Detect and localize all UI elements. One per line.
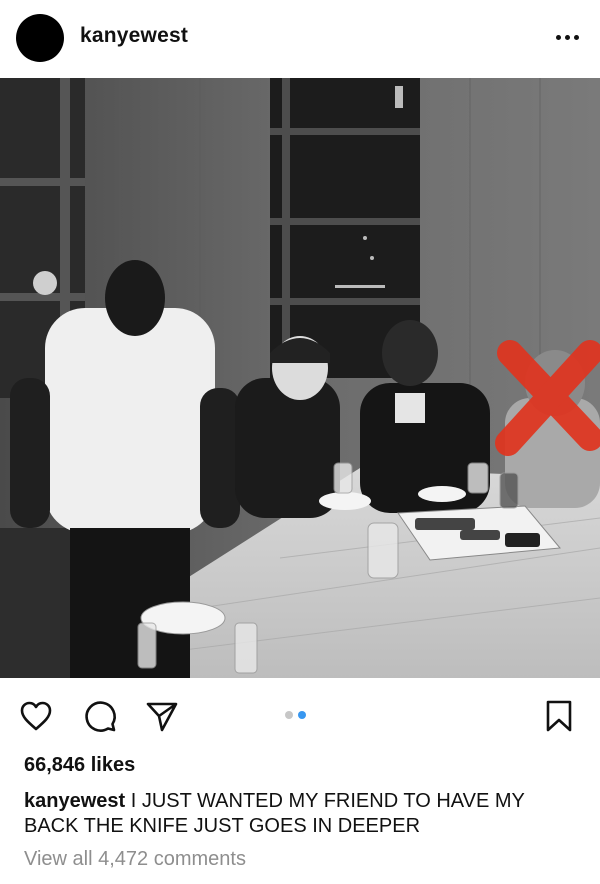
photo-illustration <box>0 78 600 678</box>
carousel-dot-1 <box>285 711 293 719</box>
comment-icon[interactable] <box>82 698 118 734</box>
post-caption: kanyewest I JUST WANTED MY FRIEND TO HAV… <box>24 789 580 839</box>
view-comments-link[interactable]: View all 4,472 comments <box>24 848 246 871</box>
post-username[interactable]: kanyewest <box>80 24 188 48</box>
post-photo[interactable] <box>0 78 600 678</box>
avatar[interactable] <box>16 14 64 62</box>
post-header: kanyewest <box>0 0 600 76</box>
heart-icon[interactable] <box>18 698 54 734</box>
caption-username[interactable]: kanyewest <box>24 790 125 812</box>
action-bar <box>0 690 600 740</box>
carousel-indicator <box>285 711 306 719</box>
share-icon[interactable] <box>144 698 180 734</box>
bookmark-icon[interactable] <box>541 698 577 734</box>
likes-count[interactable]: 66,846 likes <box>24 754 135 777</box>
more-icon[interactable] <box>552 22 582 52</box>
carousel-dot-2 <box>298 711 306 719</box>
